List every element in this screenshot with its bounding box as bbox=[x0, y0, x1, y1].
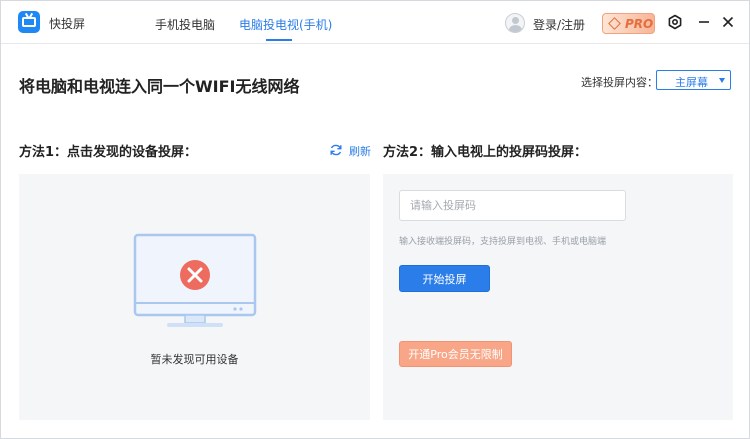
app-window: 快投屏 手机投电脑 电脑投电视(手机) 登录/注册 PRO 将电脑和电视连入同一… bbox=[0, 0, 750, 439]
monitor-error-icon bbox=[133, 233, 257, 327]
app-name: 快投屏 bbox=[49, 17, 86, 31]
code-input-panel: 输入接收端投屏码，支持投屏到电视、手机或电脑端 开始投屏 开通Pro会员无限制 bbox=[383, 174, 733, 420]
input-hint: 输入接收端投屏码，支持投屏到电视、手机或电脑端 bbox=[399, 237, 607, 247]
tab-pc-to-tv[interactable]: 电脑投电视(手机) bbox=[239, 16, 332, 33]
method1-title: 方法1：点击发现的设备投屏： bbox=[19, 145, 198, 160]
content-select-label: 选择投屏内容： bbox=[581, 76, 658, 89]
bottom-edge bbox=[1, 428, 749, 438]
empty-state-text: 暂未发现可用设备 bbox=[150, 353, 239, 366]
minimize-icon bbox=[699, 21, 709, 23]
caret-down-icon bbox=[719, 78, 725, 83]
pro-badge-label: PRO bbox=[625, 17, 654, 31]
close-button[interactable] bbox=[720, 14, 736, 30]
upgrade-pro-button[interactable]: 开通Pro会员无限制 bbox=[399, 341, 512, 367]
diamond-icon bbox=[608, 17, 621, 30]
title-bar: 快投屏 手机投电脑 电脑投电视(手机) 登录/注册 PRO bbox=[1, 1, 749, 44]
content-select[interactable]: 主屏幕 bbox=[656, 70, 731, 90]
refresh-icon bbox=[330, 144, 342, 156]
method2-title: 方法2：输入电视上的投屏码投屏： bbox=[383, 145, 588, 160]
login-register-link[interactable]: 登录/注册 bbox=[533, 16, 585, 33]
tab-phone-to-pc[interactable]: 手机投电脑 bbox=[155, 16, 215, 33]
minimize-button[interactable] bbox=[696, 14, 712, 30]
active-tab-indicator bbox=[266, 39, 292, 41]
cast-code-input[interactable] bbox=[399, 190, 626, 221]
settings-button[interactable] bbox=[667, 14, 683, 30]
avatar[interactable] bbox=[505, 13, 525, 33]
refresh-label: 刷新 bbox=[349, 145, 371, 158]
page-title: 将电脑和电视连入同一个WIFI无线网络 bbox=[19, 77, 300, 96]
app-logo-tv-icon bbox=[18, 11, 40, 33]
device-list-panel: 暂未发现可用设备 bbox=[19, 174, 370, 420]
close-icon bbox=[722, 16, 734, 28]
settings-icon bbox=[668, 14, 682, 30]
start-cast-button[interactable]: 开始投屏 bbox=[399, 265, 490, 292]
pro-badge[interactable]: PRO bbox=[602, 13, 655, 34]
content-select-value: 主屏幕 bbox=[675, 76, 708, 89]
